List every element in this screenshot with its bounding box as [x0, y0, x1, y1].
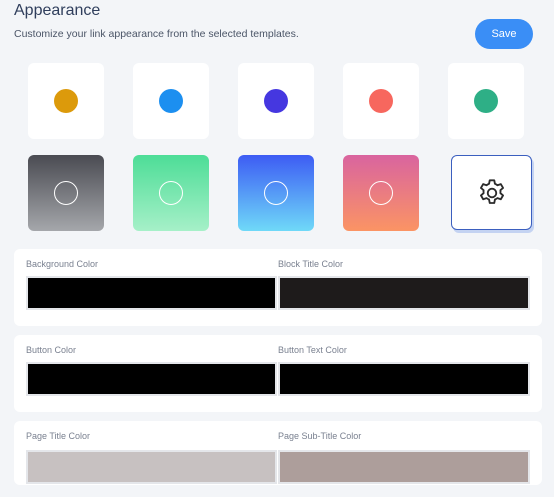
save-button[interactable]: Save — [475, 19, 533, 49]
green-dot-icon — [474, 89, 498, 113]
page-title: Appearance — [14, 2, 101, 19]
template-solid-coral[interactable] — [343, 63, 419, 139]
circle-icon — [54, 181, 78, 205]
template-gradient-mint[interactable] — [133, 155, 209, 231]
button-color-picker[interactable] — [26, 362, 277, 396]
page-subtitle-color-label: Page Sub-Title Color — [278, 431, 362, 441]
template-gradient-sunset[interactable] — [343, 155, 419, 231]
template-solid-green[interactable] — [448, 63, 524, 139]
template-custom[interactable] — [451, 155, 532, 230]
block-title-color-label: Block Title Color — [278, 259, 344, 269]
circle-icon — [159, 181, 183, 205]
colors-panel-button: Button Color Button Text Color — [14, 335, 542, 412]
template-gradient-ocean[interactable] — [238, 155, 314, 231]
indigo-dot-icon — [264, 89, 288, 113]
appearance-header: Appearance Customize your link appearanc… — [14, 0, 542, 50]
page-subtitle: Customize your link appearance from the … — [14, 28, 299, 40]
circle-icon — [264, 181, 288, 205]
background-color-label: Background Color — [26, 259, 99, 269]
blue-dot-icon — [159, 89, 183, 113]
page-title-color-label: Page Title Color — [26, 431, 91, 441]
amber-dot-icon — [54, 89, 78, 113]
template-gradient-gray[interactable] — [28, 155, 104, 231]
circle-icon — [369, 181, 393, 205]
gear-icon — [479, 178, 504, 204]
colors-panel-background: Background Color Block Title Color — [14, 249, 542, 326]
block-title-color-picker[interactable] — [278, 276, 530, 310]
button-color-label: Button Color — [26, 345, 77, 355]
button-text-color-picker[interactable] — [278, 362, 530, 396]
colors-panel-page-title: Page Title Color Page Sub-Title Color — [14, 421, 542, 485]
coral-dot-icon — [369, 89, 393, 113]
template-solid-amber[interactable] — [28, 63, 104, 139]
page-title-color-picker[interactable] — [26, 450, 277, 484]
template-solid-blue[interactable] — [133, 63, 209, 139]
template-solid-indigo[interactable] — [238, 63, 314, 139]
button-text-color-label: Button Text Color — [278, 345, 347, 355]
page-subtitle-color-picker[interactable] — [278, 450, 530, 484]
background-color-picker[interactable] — [26, 276, 277, 310]
